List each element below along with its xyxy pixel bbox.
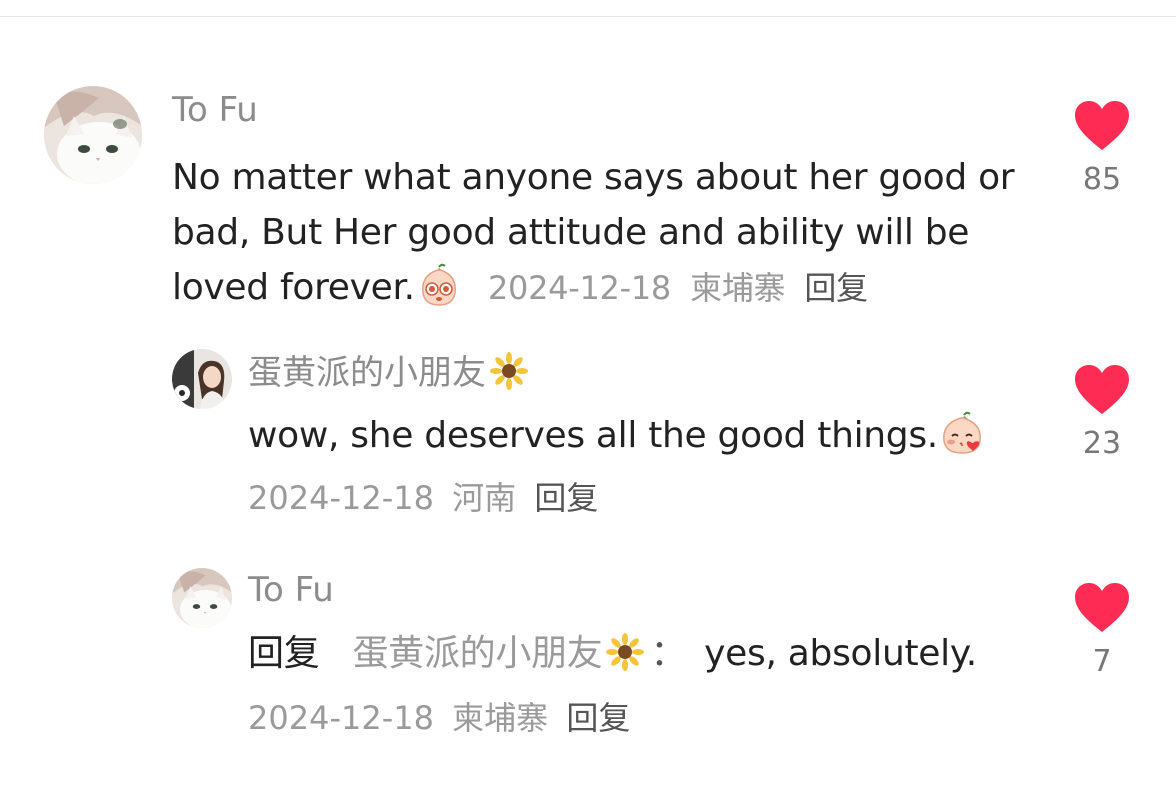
reply-text-content: wow, she deserves all the good things.: [248, 415, 938, 456]
reply-button[interactable]: 回复: [804, 269, 868, 307]
reply-date: 2024-12-18: [248, 699, 434, 737]
reply-item: To Fu 回复 蛋黄派的小朋友 ： yes, absolutely. 2024-…: [0, 550, 1176, 770]
comment-item: To Fu No matter what anyone says about h…: [0, 0, 1176, 330]
like-count: 7: [1092, 644, 1112, 679]
avatar[interactable]: [172, 568, 232, 628]
sunflower-icon: [606, 633, 645, 671]
like-button[interactable]: 23: [1062, 364, 1142, 462]
reply-username[interactable]: 蛋黄派的小朋友: [248, 352, 528, 393]
reply-prefix: 回复: [248, 633, 320, 674]
heart-icon: [1075, 365, 1129, 414]
like-count: 23: [1082, 426, 1122, 461]
like-button[interactable]: 7: [1062, 582, 1142, 680]
avatar[interactable]: [44, 86, 142, 184]
like-button[interactable]: 85: [1062, 100, 1142, 198]
reply-button[interactable]: 回复: [566, 699, 630, 737]
avatar[interactable]: [172, 349, 232, 409]
reply-item: 蛋黄派的小朋友 wow, she deserves all the good t…: [0, 330, 1176, 550]
reply-text-content: yes, absolutely.: [704, 633, 977, 674]
reply-button[interactable]: 回复: [534, 479, 598, 517]
heart-icon: [1075, 583, 1129, 632]
reply-meta: 2024-12-18 河南 回复: [248, 478, 598, 518]
reply-text: wow, she deserves all the good things.: [248, 408, 1048, 463]
girl-avatar-image: [172, 349, 232, 409]
comment-text: No matter what anyone says about her goo…: [172, 150, 1032, 316]
reply-username[interactable]: To Fu: [248, 570, 334, 610]
heart-icon: [1075, 101, 1129, 150]
reply-target-username[interactable]: 蛋黄派的小朋友: [353, 633, 645, 674]
cat-avatar-image: [172, 568, 232, 628]
reply-location: 柬埔寨: [452, 699, 549, 737]
reply-text: 回复 蛋黄派的小朋友 ： yes, absolutely.: [248, 626, 1048, 681]
comment-username[interactable]: To Fu: [172, 90, 258, 130]
reply-location: 河南: [452, 479, 517, 517]
cat-avatar-image: [44, 86, 142, 184]
reply-username-text: 蛋黄派的小朋友: [248, 353, 486, 393]
reply-target-text: 蛋黄派的小朋友: [352, 633, 603, 674]
comment-location: 柬埔寨: [690, 269, 786, 307]
reply-colon: ：: [650, 633, 687, 674]
reply-date: 2024-12-18: [248, 479, 434, 517]
reply-meta: 2024-12-18 柬埔寨 回复: [248, 698, 630, 738]
comment-date: 2024-12-18: [487, 269, 671, 307]
peach-face-kiss-emoji: [940, 411, 984, 455]
sunflower-icon: [490, 352, 528, 390]
peach-face-big-eyes-emoji: [417, 263, 461, 307]
like-count: 85: [1082, 162, 1122, 197]
